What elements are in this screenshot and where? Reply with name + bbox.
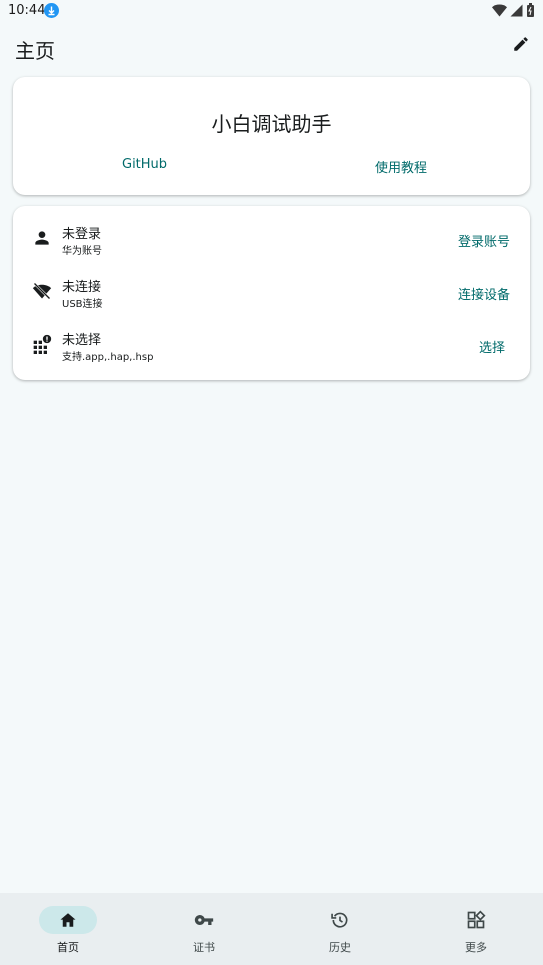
nav-certificates-label: 证书 — [193, 941, 215, 954]
nav-certificates[interactable]: 证书 — [136, 893, 272, 965]
login-button[interactable]: 登录账号 — [458, 231, 510, 250]
title-card: 小白调试助手 GitHub 使用教程 — [13, 77, 530, 195]
connect-device-button[interactable]: 连接设备 — [458, 284, 510, 303]
package-status: 未选择 — [62, 333, 102, 348]
nav-history[interactable]: 历史 — [272, 893, 408, 965]
apps-alert-icon — [32, 334, 52, 354]
account-status: 未登录 — [62, 227, 102, 242]
github-link[interactable]: GitHub — [122, 157, 167, 172]
edit-button[interactable] — [505, 30, 537, 62]
bottom-navigation: 首页 证书 历史 更多 — [0, 893, 543, 965]
account-subtitle: 华为账号 — [62, 246, 102, 257]
widgets-icon — [466, 910, 486, 930]
device-status: 未连接 — [62, 280, 102, 295]
tutorial-link[interactable]: 使用教程 — [375, 157, 427, 176]
app-bar: 主页 — [0, 24, 543, 72]
nav-more-label: 更多 — [465, 941, 487, 954]
status-time: 10:44 — [8, 3, 46, 18]
status-card: 未登录 华为账号 登录账号 未连接 USB连接 连接设备 未选择 支持.app,… — [13, 206, 530, 380]
nav-home[interactable]: 首页 — [0, 893, 136, 965]
status-bar: 10:44 — [0, 0, 543, 24]
key-icon — [194, 910, 214, 930]
person-icon — [32, 228, 52, 248]
history-icon — [330, 910, 350, 930]
package-row: 未选择 支持.app,.hap,.hsp 选择 — [13, 320, 530, 372]
edit-icon — [512, 35, 530, 57]
nav-home-label: 首页 — [57, 941, 79, 954]
home-icon — [58, 910, 78, 930]
package-subtitle: 支持.app,.hap,.hsp — [62, 352, 154, 363]
account-row: 未登录 华为账号 登录账号 — [13, 214, 530, 266]
wifi-off-icon — [32, 281, 52, 301]
signal-icon — [510, 2, 523, 21]
wifi-icon — [492, 2, 507, 21]
download-badge-icon — [44, 3, 59, 18]
nav-more[interactable]: 更多 — [408, 893, 543, 965]
app-title: 小白调试助手 — [211, 112, 332, 136]
nav-history-label: 历史 — [329, 941, 351, 954]
device-subtitle: USB连接 — [62, 299, 103, 310]
battery-icon — [526, 2, 535, 21]
page-title: 主页 — [15, 39, 55, 63]
select-package-button[interactable]: 选择 — [479, 337, 505, 356]
device-row: 未连接 USB连接 连接设备 — [13, 267, 530, 319]
